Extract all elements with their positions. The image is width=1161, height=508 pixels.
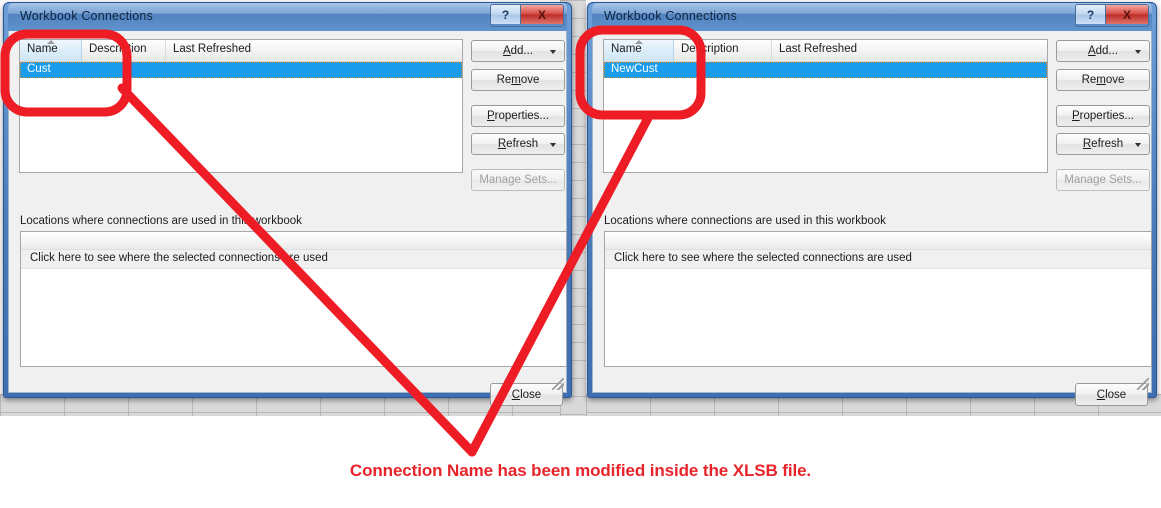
- add-button-label: Add...: [502, 45, 534, 57]
- dialog-body-left: Name Description Last Refreshed Cust Add…: [8, 31, 567, 406]
- add-button-right[interactable]: Add...: [1056, 40, 1150, 62]
- refresh-button-left[interactable]: Refresh: [471, 133, 565, 155]
- manage-sets-button-label: Manage Sets...: [479, 174, 557, 186]
- close-icon-left[interactable]: X: [521, 5, 563, 24]
- help-icon-right[interactable]: ?: [1076, 5, 1106, 24]
- locations-list-left[interactable]: Click here to see where the selected con…: [20, 231, 567, 367]
- window-controls-left: ? X: [490, 4, 564, 27]
- properties-button-left[interactable]: Properties...: [471, 105, 565, 127]
- manage-sets-button-right: Manage Sets...: [1056, 169, 1150, 191]
- column-header-last-refreshed-label: Last Refreshed: [779, 43, 857, 55]
- resize-grip-left[interactable]: [552, 378, 564, 390]
- column-header-name[interactable]: Name: [604, 40, 674, 61]
- sort-ascending-icon: [46, 40, 55, 44]
- dialog-body-right: Name Description Last Refreshed NewCust …: [592, 31, 1152, 406]
- remove-button-left[interactable]: Remove: [471, 69, 565, 91]
- locations-label-right: Locations where connections are used in …: [604, 215, 886, 227]
- locations-list-header-right: [605, 232, 1151, 250]
- refresh-button-right[interactable]: Refresh: [1056, 133, 1150, 155]
- connections-header-right: Name Description Last Refreshed: [604, 40, 1047, 62]
- column-header-name-label: Name: [27, 43, 58, 55]
- column-header-description[interactable]: Description: [82, 40, 166, 61]
- connections-header-left: Name Description Last Refreshed: [20, 40, 462, 62]
- manage-sets-button-left: Manage Sets...: [471, 169, 565, 191]
- connections-list-right[interactable]: Name Description Last Refreshed NewCust: [603, 39, 1048, 173]
- remove-button-label: Remove: [1081, 74, 1125, 86]
- sort-ascending-icon: [634, 40, 643, 44]
- annotation-caption: Connection Name has been modified inside…: [349, 461, 812, 480]
- manage-sets-button-label: Manage Sets...: [1064, 174, 1142, 186]
- properties-button-label: Properties...: [487, 110, 549, 122]
- close-icon-right[interactable]: X: [1106, 5, 1148, 24]
- column-header-name[interactable]: Name: [20, 40, 82, 61]
- resize-grip-right[interactable]: [1137, 378, 1149, 390]
- window-controls-right: ? X: [1075, 4, 1149, 27]
- connections-list-left[interactable]: Name Description Last Refreshed Cust: [19, 39, 463, 173]
- add-button-left[interactable]: Add...: [471, 40, 565, 62]
- locations-hint-row-right[interactable]: Click here to see where the selected con…: [605, 250, 1151, 269]
- column-header-last-refreshed[interactable]: Last Refreshed: [166, 40, 460, 61]
- remove-button-right[interactable]: Remove: [1056, 69, 1150, 91]
- column-header-last-refreshed[interactable]: Last Refreshed: [772, 40, 1045, 61]
- remove-button-label: Remove: [496, 74, 540, 86]
- refresh-button-label: Refresh: [1082, 138, 1124, 150]
- titlebar-right[interactable]: Workbook Connections ? X: [592, 3, 1152, 31]
- column-header-description-label: Description: [89, 43, 147, 55]
- locations-hint-row-left[interactable]: Click here to see where the selected con…: [21, 250, 566, 269]
- window-title-left: Workbook Connections: [20, 9, 154, 23]
- add-button-label: Add...: [1087, 45, 1119, 57]
- titlebar-left[interactable]: Workbook Connections ? X: [8, 3, 567, 31]
- dialog-workbook-connections-right: Workbook Connections ? X Name Descriptio…: [587, 2, 1157, 406]
- column-header-description-label: Description: [681, 43, 739, 55]
- chevron-down-icon[interactable]: [1135, 50, 1141, 54]
- dialog-workbook-connections-left: Workbook Connections ? X Name Descriptio…: [3, 2, 572, 406]
- close-button-label: Close: [1096, 388, 1127, 401]
- refresh-button-label: Refresh: [497, 138, 539, 150]
- column-header-description[interactable]: Description: [674, 40, 772, 61]
- locations-label-left: Locations where connections are used in …: [20, 215, 302, 227]
- chevron-down-icon[interactable]: [1135, 143, 1141, 147]
- help-icon-left[interactable]: ?: [491, 5, 521, 24]
- screenshot-root: Workbook Connections ? X Name Descriptio…: [0, 0, 1161, 508]
- close-button-label: Close: [511, 388, 542, 401]
- column-header-name-label: Name: [611, 43, 642, 55]
- window-title-right: Workbook Connections: [604, 9, 738, 23]
- properties-button-right[interactable]: Properties...: [1056, 105, 1150, 127]
- chevron-down-icon[interactable]: [550, 143, 556, 147]
- table-row[interactable]: NewCust: [604, 62, 1047, 78]
- locations-list-right[interactable]: Click here to see where the selected con…: [604, 231, 1152, 367]
- table-row[interactable]: Cust: [20, 62, 462, 78]
- properties-button-label: Properties...: [1072, 110, 1134, 122]
- chevron-down-icon[interactable]: [550, 50, 556, 54]
- locations-list-header-left: [21, 232, 566, 250]
- column-header-last-refreshed-label: Last Refreshed: [173, 43, 251, 55]
